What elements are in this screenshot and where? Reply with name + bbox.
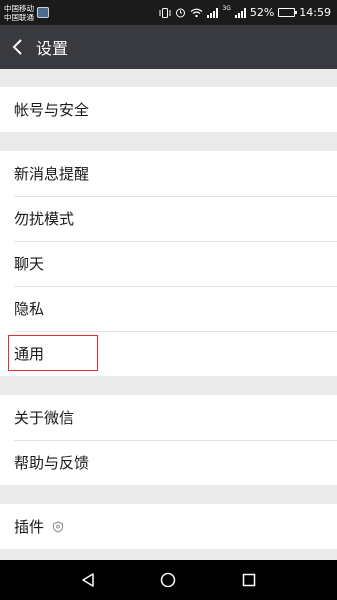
- chevron-left-icon: [12, 39, 22, 55]
- signal-2-icon: [234, 7, 246, 18]
- section-gap: [0, 376, 337, 395]
- settings-item-label: 帐号与安全: [14, 101, 90, 119]
- settings-item-about-wechat[interactable]: 关于微信: [0, 395, 337, 440]
- settings-item-do-not-disturb[interactable]: 勿扰模式: [0, 196, 337, 241]
- app-notification-icon: [37, 7, 49, 18]
- settings-item-help-feedback[interactable]: 帮助与反馈: [0, 440, 337, 485]
- settings-item-new-message-alerts[interactable]: 新消息提醒: [0, 151, 337, 196]
- network-badge: 3G: [222, 5, 231, 12]
- section-gap: [0, 485, 337, 504]
- settings-item-label: 隐私: [14, 300, 45, 318]
- settings-group-general: 新消息提醒 勿扰模式 聊天 隐私 通用: [0, 151, 337, 376]
- settings-item-chats[interactable]: 聊天: [0, 241, 337, 286]
- settings-group-plugins: 插件: [0, 504, 337, 549]
- settings-item-general[interactable]: 通用: [0, 331, 337, 376]
- carrier-2: 中国联通: [4, 12, 34, 22]
- vibrate-icon: [159, 7, 171, 18]
- square-recent-icon: [242, 573, 256, 587]
- alarm-icon: [175, 7, 186, 18]
- wifi-icon: [190, 8, 203, 18]
- triangle-back-icon: [82, 573, 94, 587]
- plugin-shield-icon: [52, 520, 64, 533]
- settings-item-label: 新消息提醒: [14, 165, 90, 183]
- settings-list: 帐号与安全 新消息提醒 勿扰模式 聊天 隐私 通用 关于微信 帮助与反馈 插件: [0, 69, 337, 560]
- clock-time: 14:59: [299, 6, 331, 19]
- settings-item-label: 聊天: [14, 255, 45, 273]
- back-button[interactable]: [0, 25, 34, 69]
- section-gap: [0, 132, 337, 151]
- section-gap: [0, 69, 337, 87]
- carrier-1: 中国移动: [4, 3, 34, 13]
- settings-item-label: 插件: [14, 518, 45, 536]
- carrier-names: 中国移动 中国联通: [4, 4, 34, 22]
- battery-icon: [278, 8, 298, 17]
- nav-recent-button[interactable]: [237, 568, 261, 592]
- settings-item-account-security[interactable]: 帐号与安全: [0, 87, 337, 132]
- nav-home-button[interactable]: [156, 568, 180, 592]
- nav-back-button[interactable]: [76, 568, 100, 592]
- settings-group-account: 帐号与安全: [0, 87, 337, 132]
- status-bar: 中国移动 中国联通 3G 52% 14:59: [0, 0, 337, 25]
- page-title: 设置: [36, 39, 69, 58]
- signal-1-icon: [207, 7, 219, 18]
- settings-item-privacy[interactable]: 隐私: [0, 286, 337, 331]
- settings-item-label: 关于微信: [14, 409, 75, 427]
- settings-group-about: 关于微信 帮助与反馈: [0, 395, 337, 485]
- settings-item-label: 帮助与反馈: [14, 454, 90, 472]
- settings-item-label: 勿扰模式: [14, 210, 75, 228]
- settings-item-plugins[interactable]: 插件: [0, 504, 337, 549]
- title-bar: 设置: [0, 25, 337, 69]
- circle-home-icon: [161, 572, 176, 588]
- settings-item-label: 通用: [14, 345, 45, 363]
- section-gap: [0, 549, 337, 560]
- battery-percent: 52%: [249, 6, 275, 19]
- system-nav-bar: [0, 560, 337, 600]
